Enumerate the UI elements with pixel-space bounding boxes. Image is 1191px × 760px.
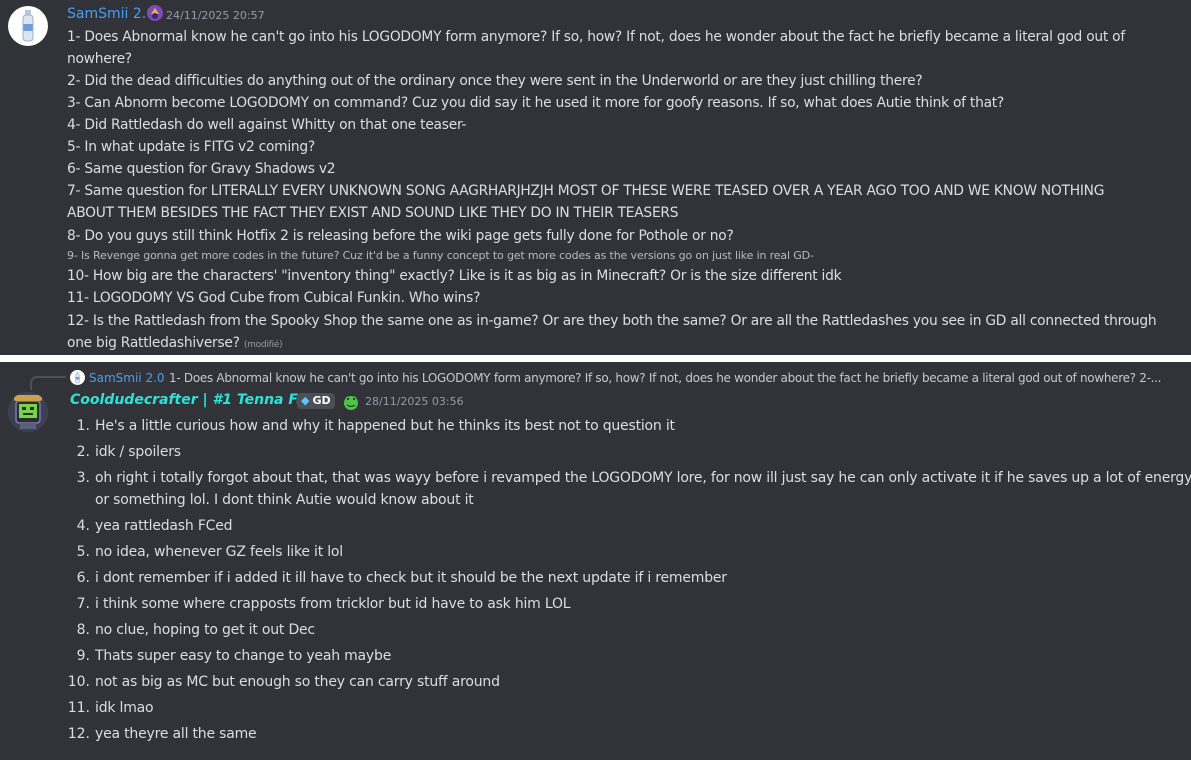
list-number: 4. bbox=[76, 518, 90, 534]
list-item-continuation: or something lol. I dont think Autie wou… bbox=[95, 492, 474, 508]
list-item: yea theyre all the same bbox=[95, 726, 257, 742]
avatar[interactable] bbox=[8, 6, 48, 46]
username[interactable]: SamSmii 2.0 bbox=[67, 6, 155, 22]
water-bottle-icon bbox=[22, 10, 34, 42]
list-number: 9. bbox=[76, 648, 90, 664]
username[interactable]: Cooldudecrafter | #1 Tenna Fan bbox=[70, 392, 316, 408]
message-line: ABOUT THEM BESIDES THE FACT THEY EXIST A… bbox=[67, 205, 679, 221]
message-line: 2- Did the dead difficulties do anything… bbox=[67, 73, 923, 89]
message-line: 4- Did Rattledash do well against Whitty… bbox=[67, 117, 467, 133]
message-line: 8- Do you guys still think Hotfix 2 is r… bbox=[67, 228, 734, 244]
purple-role-icon[interactable] bbox=[146, 4, 164, 22]
list-item: i dont remember if i added it ill have t… bbox=[95, 570, 727, 586]
list-number: 1. bbox=[76, 418, 90, 434]
robot-avatar-icon bbox=[8, 392, 48, 432]
message-line-small: 9- Is Revenge gonna get more codes in th… bbox=[67, 249, 814, 262]
message-line: 3- Can Abnorm become LOGODOMY on command… bbox=[67, 95, 1005, 111]
timestamp: 28/11/2025 03:56 bbox=[365, 395, 464, 408]
list-item: no clue, hoping to get it out Dec bbox=[95, 622, 315, 638]
timestamp: 24/11/2025 20:57 bbox=[166, 9, 265, 22]
message-line: nowhere? bbox=[67, 51, 132, 67]
message-line: 5- In what update is FITG v2 coming? bbox=[67, 139, 315, 155]
avatar[interactable] bbox=[8, 392, 48, 432]
message-1: SamSmii 2.0 24/11/2025 20:57 1- Does Abn… bbox=[0, 0, 1191, 355]
list-item: no idea, whenever GZ feels like it lol bbox=[95, 544, 343, 560]
message-line: 12- Is the Rattledash from the Spooky Sh… bbox=[67, 313, 1157, 329]
list-item: not as big as MC but enough so they can … bbox=[95, 674, 500, 690]
list-number: 5. bbox=[76, 544, 90, 560]
reply-avatar[interactable] bbox=[70, 370, 85, 385]
list-item: idk / spoilers bbox=[95, 444, 181, 460]
green-frog-role-icon[interactable] bbox=[342, 393, 360, 411]
reply-connector bbox=[30, 376, 66, 390]
message-line: 10- How big are the characters' "invento… bbox=[67, 268, 842, 284]
list-item: idk lmao bbox=[95, 700, 154, 716]
list-item: i think some where crapposts from trickl… bbox=[95, 596, 571, 612]
gem-icon: ◆ bbox=[301, 394, 310, 407]
message-line: 7- Same question for LITERALLY EVERY UNK… bbox=[67, 183, 1105, 199]
water-bottle-icon bbox=[75, 372, 80, 384]
server-tag[interactable]: ◆ GD bbox=[297, 393, 335, 409]
message-line: one big Rattledashiverse? (modifié) bbox=[67, 332, 283, 356]
list-number: 6. bbox=[76, 570, 90, 586]
divider bbox=[0, 355, 1191, 362]
message-line-text: one big Rattledashiverse? bbox=[67, 335, 240, 351]
list-item: oh right i totally forgot about that, th… bbox=[95, 470, 1191, 486]
tag-label: GD bbox=[312, 394, 331, 407]
list-number: 7. bbox=[76, 596, 90, 612]
reply-preview-text[interactable]: 1- Does Abnormal know he can't go into h… bbox=[169, 371, 1186, 385]
list-number: 11. bbox=[67, 700, 90, 716]
list-number: 10. bbox=[67, 674, 90, 690]
list-number: 3. bbox=[76, 470, 90, 486]
list-number: 2. bbox=[76, 444, 90, 460]
message-line: 6- Same question for Gravy Shadows v2 bbox=[67, 161, 336, 177]
list-number: 12. bbox=[67, 726, 90, 742]
message-line: 11- LOGODOMY VS God Cube from Cubical Fu… bbox=[67, 290, 481, 306]
list-item: He's a little curious how and why it hap… bbox=[95, 418, 675, 434]
reply-username[interactable]: SamSmii 2.0 bbox=[89, 371, 165, 385]
edited-label: (modifié) bbox=[243, 340, 283, 350]
list-item: Thats super easy to change to yeah maybe bbox=[95, 648, 392, 664]
list-item: yea rattledash FCed bbox=[95, 518, 233, 534]
list-number: 8. bbox=[76, 622, 90, 638]
message-line: 1- Does Abnormal know he can't go into h… bbox=[67, 29, 1125, 45]
